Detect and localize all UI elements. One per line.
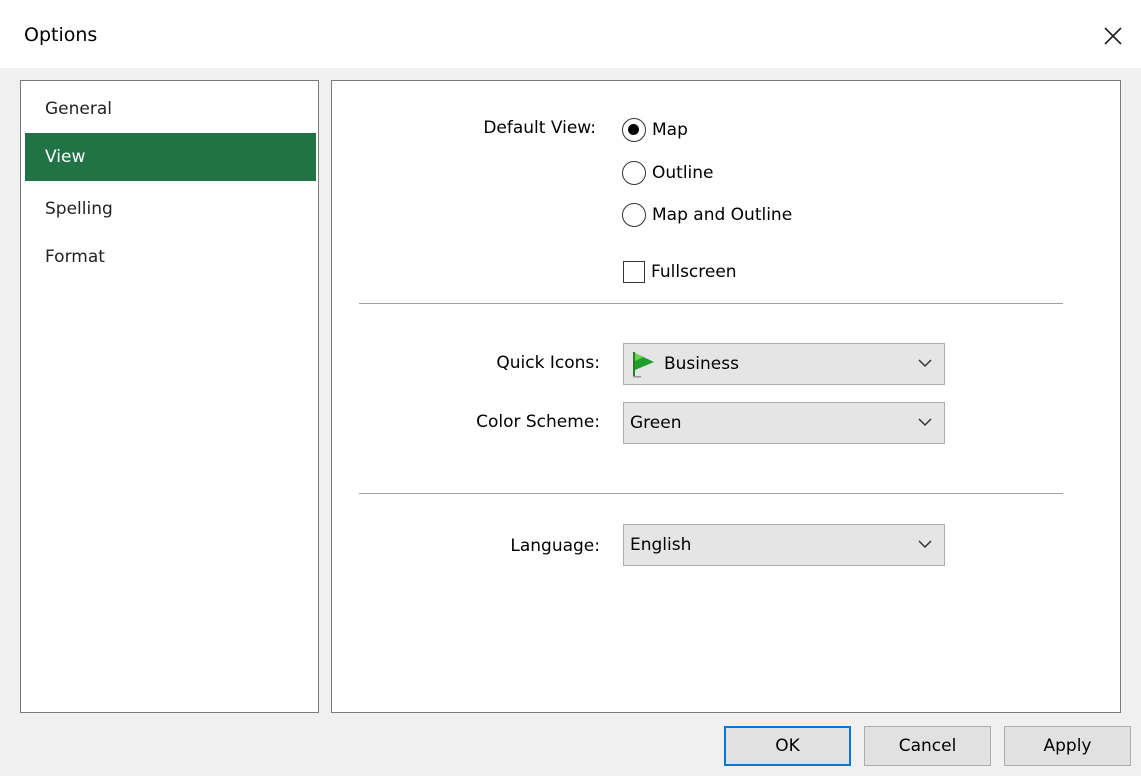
chevron-down-icon [918,359,932,368]
color-scheme-dropdown[interactable]: Green [623,402,945,444]
radio-map-indicator [622,118,646,142]
quick-icons-value: Business [664,354,739,374]
color-scheme-label: Color Scheme: [476,412,600,432]
ok-button[interactable]: OK [724,726,851,766]
radio-map-and-outline[interactable]: Map and Outline [622,200,792,230]
chevron-down-icon [918,540,932,549]
close-icon [1104,27,1122,45]
color-scheme-value: Green [630,413,682,433]
window-title: Options [24,24,98,46]
chevron-down-icon [918,418,932,427]
green-flag-icon [633,352,654,378]
category-list: General View Spelling Format [20,80,319,713]
sidebar-item-view[interactable]: View [25,133,316,181]
fullscreen-checkbox-box [623,261,645,283]
language-label: Language: [510,536,600,556]
quick-icons-label: Quick Icons: [496,353,600,373]
separator [359,303,1063,304]
separator [359,493,1063,494]
sidebar-item-spelling[interactable]: Spelling [25,185,316,233]
sidebar-item-general[interactable]: General [25,85,316,133]
language-value: English [630,535,692,555]
apply-button[interactable]: Apply [1004,726,1131,766]
radio-outline[interactable]: Outline [622,158,714,188]
title-bar: Options [0,0,1141,68]
radio-map[interactable]: Map [622,115,688,145]
sidebar-item-format[interactable]: Format [25,233,316,281]
radio-map-and-outline-label: Map and Outline [652,205,793,225]
cancel-button[interactable]: Cancel [864,726,991,766]
default-view-label: Default View: [483,118,596,138]
language-dropdown[interactable]: English [623,524,945,566]
view-settings-panel: Default View: Map Outline Map and Outlin… [331,80,1121,713]
radio-map-and-outline-indicator [622,203,646,227]
close-button[interactable] [1085,10,1141,62]
radio-map-label: Map [652,120,688,140]
quick-icons-dropdown[interactable]: Business [623,343,945,385]
radio-outline-label: Outline [652,163,714,183]
fullscreen-label: Fullscreen [651,262,737,282]
radio-outline-indicator [622,161,646,185]
fullscreen-checkbox[interactable]: Fullscreen [623,257,737,287]
